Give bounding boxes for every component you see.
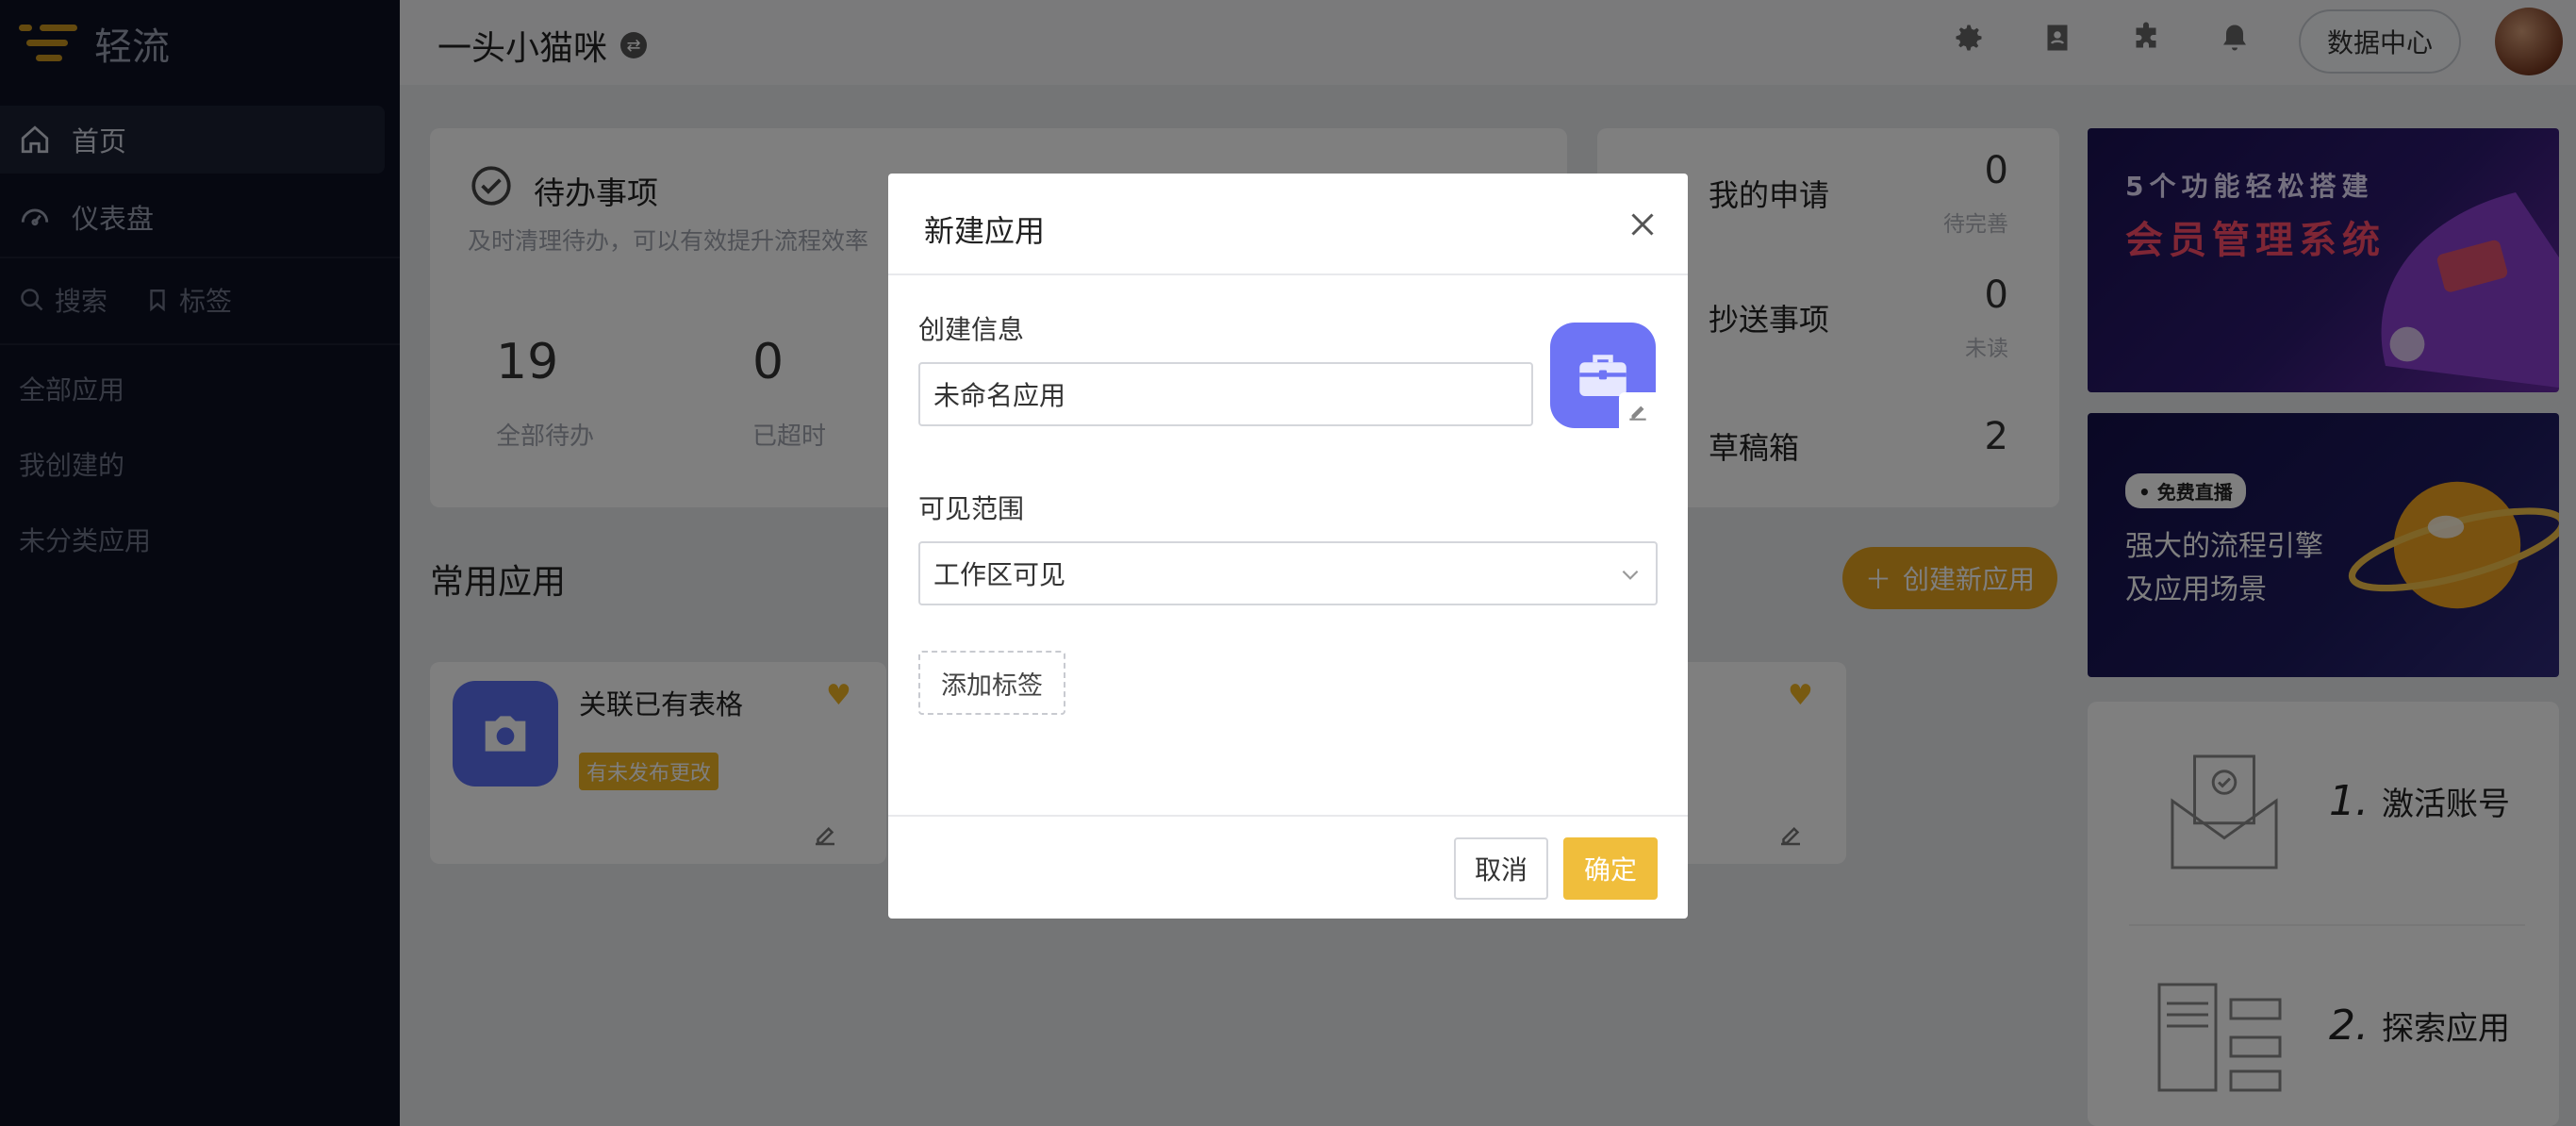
new-app-dialog: 新建应用 创建信息 可见范围 工作区可见 添加标签 取消 确定 bbox=[888, 174, 1688, 919]
chevron-down-icon bbox=[1622, 570, 1639, 580]
dialog-title: 新建应用 bbox=[924, 213, 1046, 249]
edit-app-icon-button[interactable] bbox=[1619, 392, 1657, 430]
close-icon[interactable] bbox=[1626, 207, 1660, 241]
dialog-header: 新建应用 bbox=[888, 174, 1688, 275]
cancel-button[interactable]: 取消 bbox=[1454, 837, 1548, 900]
pencil-icon bbox=[1629, 406, 1646, 421]
visibility-select[interactable]: 工作区可见 bbox=[918, 541, 1658, 605]
create-info-label: 创建信息 bbox=[918, 314, 1025, 345]
visibility-value: 工作区可见 bbox=[933, 559, 1066, 590]
confirm-button[interactable]: 确定 bbox=[1563, 837, 1658, 900]
app-name-input[interactable] bbox=[918, 362, 1533, 426]
add-tag-button[interactable]: 添加标签 bbox=[918, 651, 1065, 715]
visibility-label: 可见范围 bbox=[918, 493, 1025, 524]
dialog-footer-divider bbox=[888, 815, 1688, 817]
